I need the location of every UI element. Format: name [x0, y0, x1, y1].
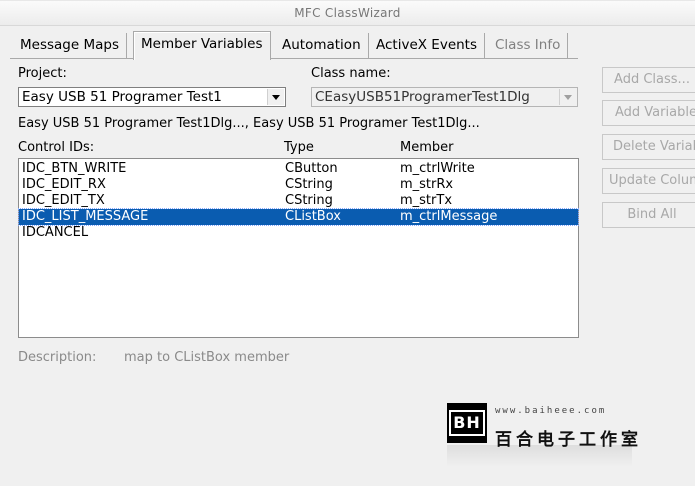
table-row[interactable]: IDC_BTN_WRITE CButton m_ctrlWrite	[19, 161, 578, 177]
tab-automation[interactable]: Automation	[275, 33, 369, 58]
column-header-member: Member	[400, 140, 454, 155]
add-class-button[interactable]: Add Class...	[602, 67, 695, 93]
class-files-text: Easy USB 51 Programer Test1Dlg..., Easy …	[18, 116, 480, 131]
update-columns-button[interactable]: Update Columns	[602, 168, 695, 194]
tab-class-info: Class Info	[488, 33, 569, 58]
tab-activex-events[interactable]: ActiveX Events	[369, 33, 486, 58]
column-header-control-ids: Control IDs:	[18, 140, 95, 155]
control-id-cell: IDC_BTN_WRITE	[22, 161, 127, 176]
tab-message-maps[interactable]: Message Maps	[13, 33, 127, 58]
chevron-down-icon	[272, 94, 280, 100]
project-dropdown-button[interactable]	[267, 89, 284, 105]
watermark-url: www.baiheee.com	[495, 406, 607, 416]
column-header-type: Type	[284, 140, 314, 155]
control-id-cell: IDC_EDIT_RX	[22, 177, 106, 192]
type-cell: CListBox	[285, 209, 341, 224]
delete-variable-button[interactable]: Delete Variable	[602, 134, 695, 160]
table-row-selected[interactable]: IDC_LIST_MESSAGE CListBox m_ctrlMessage	[18, 208, 579, 226]
member-cell: m_ctrlMessage	[400, 209, 498, 224]
table-row[interactable]: IDCANCEL	[19, 225, 578, 241]
class-name-dropdown-button[interactable]	[559, 89, 576, 105]
control-id-cell: IDC_LIST_MESSAGE	[22, 209, 149, 224]
type-cell: CButton	[285, 161, 338, 176]
chevron-down-icon	[564, 94, 572, 100]
description-text: map to CListBox member	[124, 350, 290, 365]
project-label: Project:	[18, 66, 67, 81]
tab-strip: Message Maps Member Variables Automation…	[10, 31, 590, 60]
type-cell: CString	[285, 193, 333, 208]
member-cell: m_strRx	[400, 177, 454, 192]
type-cell: CString	[285, 177, 333, 192]
description-label: Description:	[18, 350, 97, 365]
tab-member-variables[interactable]: Member Variables	[133, 31, 271, 60]
watermark-reflection	[447, 445, 632, 467]
add-variable-button[interactable]: Add Variable...	[602, 100, 695, 126]
class-name-label: Class name:	[311, 66, 391, 81]
table-row[interactable]: IDC_EDIT_RX CString m_strRx	[19, 177, 578, 193]
class-name-combobox-value: CEasyUSB51ProgramerTest1Dlg	[315, 89, 530, 105]
baihe-logo-text: BH	[449, 410, 485, 436]
control-id-cell: IDCANCEL	[22, 225, 89, 240]
member-cell: m_strTx	[400, 193, 453, 208]
control-id-cell: IDC_EDIT_TX	[22, 193, 105, 208]
classwizard-window: MFC ClassWizard Message Maps Member Vari…	[0, 0, 695, 486]
project-combobox-value: Easy USB 51 Programer Test1	[22, 89, 222, 105]
class-name-combobox[interactable]: CEasyUSB51ProgramerTest1Dlg	[311, 87, 578, 107]
tab-divider	[10, 58, 578, 59]
baihe-logo: BH	[447, 403, 487, 443]
control-ids-list[interactable]: IDC_BTN_WRITE CButton m_ctrlWrite IDC_ED…	[18, 158, 579, 338]
project-combobox[interactable]: Easy USB 51 Programer Test1	[18, 87, 286, 107]
bind-all-button[interactable]: Bind All	[602, 202, 695, 228]
member-cell: m_ctrlWrite	[400, 161, 475, 176]
window-title: MFC ClassWizard	[0, 1, 695, 26]
table-row[interactable]: IDC_EDIT_TX CString m_strTx	[19, 193, 578, 209]
